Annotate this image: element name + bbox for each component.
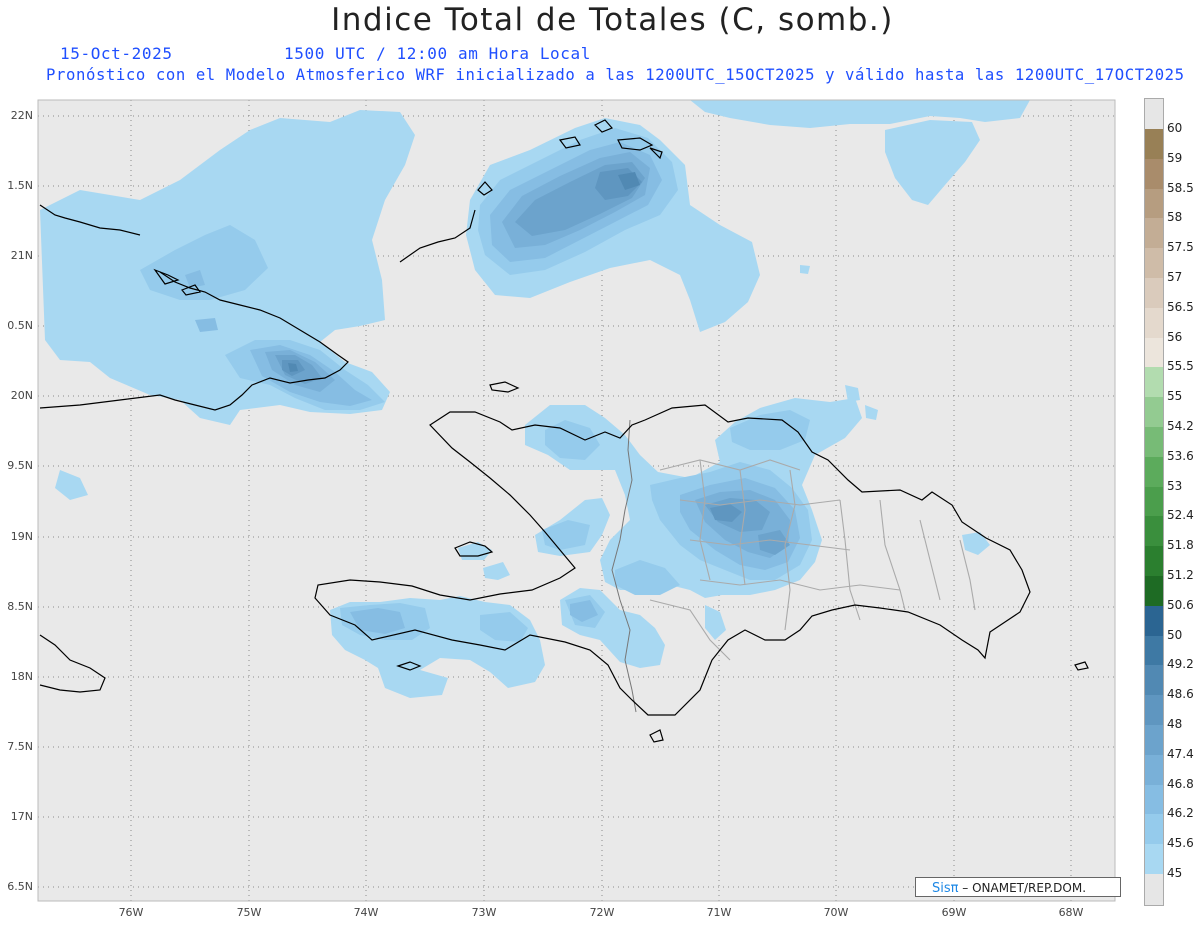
legend-level-label: 48.6 — [1167, 687, 1194, 702]
legend-swatch — [1145, 605, 1163, 636]
lat-label: 8.5N — [7, 600, 33, 613]
lon-label: 69W — [941, 906, 967, 919]
lon-label: 68W — [1058, 906, 1084, 919]
lat-label: 17N — [10, 810, 33, 823]
legend-level-label: 55 — [1167, 389, 1183, 404]
lat-label: 1.5N — [7, 179, 33, 192]
lat-label: 19N — [10, 530, 33, 543]
legend-level-label: 57.5 — [1167, 240, 1194, 255]
legend-level-label: 51.8 — [1167, 538, 1194, 553]
legend-swatch — [1145, 456, 1163, 487]
legend-swatch — [1145, 695, 1163, 725]
legend-level-label: 46.2 — [1167, 806, 1194, 821]
lon-label: 74W — [353, 906, 379, 919]
credit-box: Sisπ – ONAMET/REP.DOM. — [915, 877, 1121, 897]
lat-label: 6.5N — [7, 880, 33, 893]
legend-level-label: 59 — [1167, 150, 1183, 165]
credit-org: – ONAMET/REP.DOM. — [962, 881, 1087, 895]
legend-swatch — [1145, 546, 1163, 576]
lon-label: 72W — [589, 906, 615, 919]
legend-swatch — [1145, 725, 1163, 755]
legend-level-label: 58.5 — [1167, 180, 1194, 195]
legend-swatch — [1145, 367, 1163, 398]
legend-level-label: 48 — [1167, 717, 1183, 731]
legend-swatch — [1145, 218, 1163, 249]
legend-swatch — [1145, 665, 1163, 696]
legend-level-label: 53 — [1167, 478, 1183, 493]
color-legend — [1144, 98, 1164, 906]
lat-label: 9.5N — [7, 459, 33, 472]
legend-swatch — [1145, 814, 1163, 845]
legend-swatch — [1145, 188, 1163, 219]
legend-swatch — [1145, 635, 1163, 666]
lat-label: 0.5N — [7, 319, 33, 332]
legend-level-label: 57 — [1167, 270, 1183, 284]
legend-swatch — [1145, 516, 1163, 547]
legend-swatch — [1145, 158, 1163, 189]
legend-swatch — [1145, 844, 1163, 874]
legend-level-label: 52.4 — [1167, 508, 1194, 523]
legend-level-label: 56 — [1167, 329, 1183, 344]
legend-level-label: 46.8 — [1167, 776, 1194, 791]
legend-level-label: 47.4 — [1167, 746, 1194, 761]
legend-level-label: 54.2 — [1167, 419, 1194, 433]
legend-level-label: 60 — [1167, 121, 1183, 135]
lon-label: 70W — [823, 906, 849, 919]
forecast-map — [37, 99, 1116, 902]
lat-label: 18N — [10, 670, 33, 683]
legend-level-label: 58 — [1167, 210, 1183, 225]
legend-level-label: 50 — [1167, 627, 1183, 642]
legend-level-label: 45 — [1167, 866, 1183, 880]
lat-label: 20N — [10, 389, 33, 402]
credit-brand: Sisπ — [932, 881, 959, 896]
lat-label: 7.5N — [7, 740, 33, 753]
lon-label: 71W — [706, 906, 732, 919]
legend-level-label: 49.2 — [1167, 657, 1194, 672]
legend-swatch — [1145, 784, 1163, 815]
legend-level-label: 53.6 — [1167, 448, 1194, 463]
legend-swatch — [1145, 576, 1163, 606]
legend-swatch — [1145, 129, 1163, 159]
legend-swatch — [1145, 427, 1163, 457]
lat-label: 21N — [10, 249, 33, 262]
lon-label: 75W — [236, 906, 262, 919]
legend-swatch — [1145, 248, 1163, 278]
lon-label: 73W — [471, 906, 497, 919]
lat-label: 22N — [10, 109, 33, 122]
legend-level-label: 45.6 — [1167, 836, 1194, 851]
legend-level-label: 55.5 — [1167, 359, 1194, 374]
legend-swatch — [1145, 486, 1163, 517]
legend-level-label: 51.2 — [1167, 568, 1194, 582]
legend-swatch — [1145, 278, 1163, 308]
legend-swatch — [1145, 307, 1163, 338]
legend-swatch — [1145, 337, 1163, 368]
legend-level-label: 50.6 — [1167, 597, 1194, 612]
legend-swatch — [1145, 754, 1163, 785]
legend-level-label: 56.5 — [1167, 299, 1194, 314]
lon-label: 76W — [118, 906, 144, 919]
legend-swatch — [1145, 397, 1163, 427]
